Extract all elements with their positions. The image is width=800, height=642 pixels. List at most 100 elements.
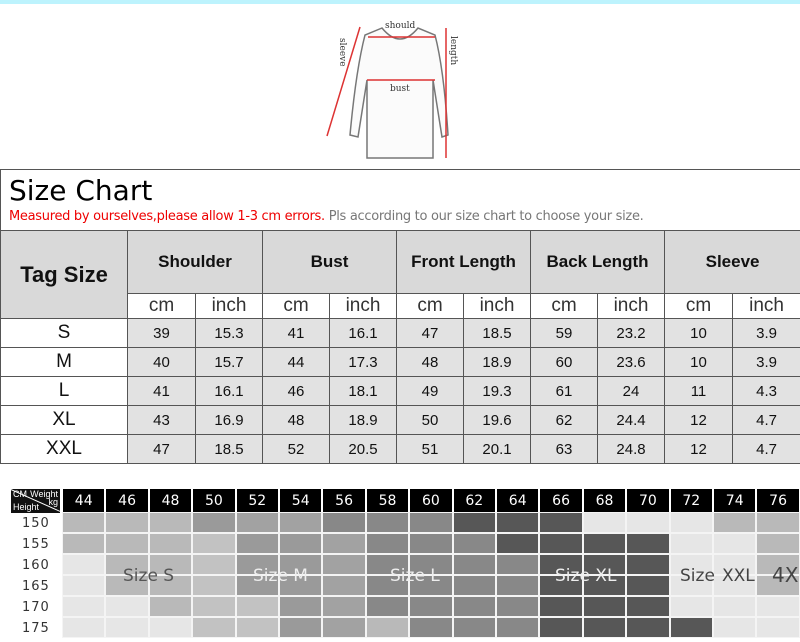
fit-cell: [409, 512, 453, 533]
shirt-measurement-diagram: should bust sleeve length: [326, 21, 458, 159]
value-cell: 62: [530, 405, 598, 435]
column-header: Shoulder: [127, 230, 263, 294]
height-label: 175: [22, 621, 50, 636]
fit-cell: [235, 533, 279, 554]
fit-cell: [452, 533, 496, 554]
value-cell: 41: [262, 318, 330, 348]
fit-cell: [235, 617, 279, 638]
value-cell: 43: [127, 405, 196, 435]
weight-header: 70: [627, 489, 669, 513]
fit-cell: [756, 617, 800, 638]
value-cell: 19.6: [463, 405, 531, 435]
fit-cell: [192, 533, 236, 554]
value-cell: 60: [530, 347, 598, 377]
fit-cell: [756, 512, 800, 533]
size-zone-label: Size M: [253, 566, 308, 586]
fit-cell: [279, 512, 323, 533]
weight-header: 50: [193, 489, 235, 513]
sleeve-label: sleeve: [337, 38, 347, 67]
weight-header: 44: [63, 489, 105, 513]
unit-header: cm: [262, 293, 330, 319]
bust-label: bust: [390, 84, 410, 94]
fit-cell: [148, 617, 193, 638]
note-error: Measured by ourselves,please allow 1-3 c…: [9, 209, 325, 224]
fit-cell: [539, 617, 583, 638]
column-header: Back Length: [530, 230, 665, 294]
value-cell: 11: [664, 376, 733, 406]
fit-cell: [322, 575, 366, 596]
fit-cell: [235, 512, 279, 533]
column-header: Bust: [262, 230, 397, 294]
size-zone-label: Size: [680, 566, 715, 586]
corner-header: CM Weight kg Height: [11, 489, 60, 513]
fit-cell: [452, 554, 496, 575]
fit-cell: [365, 533, 410, 554]
fit-cell: [192, 575, 236, 596]
size-zone-label: 4XL: [772, 563, 800, 587]
weight-header: 72: [670, 489, 712, 513]
table-row: S 39 15.3 41 16.1 47 18.5 59 23.2 10 3.9: [0, 318, 800, 348]
height-label: 160: [22, 558, 50, 573]
table-row: M 40 15.7 44 17.3 48 18.9 60 23.6 10 3.9: [0, 347, 800, 377]
fit-cell: [452, 617, 496, 638]
value-cell: 18.1: [329, 376, 397, 406]
tag-size-header: Tag Size: [0, 230, 128, 319]
value-cell: 40: [127, 347, 196, 377]
fit-cell: [582, 533, 627, 554]
value-cell: 23.6: [597, 347, 665, 377]
value-cell: 24.4: [597, 405, 665, 435]
value-cell: 4.3: [731, 376, 800, 406]
value-cell: 18.5: [463, 318, 531, 348]
value-cell: 4.7: [731, 434, 800, 464]
fit-cell: [365, 512, 410, 533]
size-cell: L: [0, 376, 128, 406]
weight-header: 46: [106, 489, 148, 513]
weight-header: 60: [410, 489, 452, 513]
value-cell: 46: [262, 376, 330, 406]
fit-cell: [756, 533, 800, 554]
corner-height: Height: [13, 502, 40, 512]
value-cell: 51: [396, 434, 464, 464]
unit-header: inch: [329, 293, 397, 319]
value-cell: 16.9: [195, 405, 263, 435]
value-cell: 47: [396, 318, 464, 348]
value-cell: 41: [127, 376, 196, 406]
value-cell: 44: [262, 347, 330, 377]
fit-cell: [539, 512, 583, 533]
fit-cell: [539, 596, 583, 617]
fit-cell: [365, 617, 410, 638]
fit-cell: [713, 512, 757, 533]
fit-cell: [539, 533, 583, 554]
weight-header: 62: [453, 489, 495, 513]
value-cell: 61: [530, 376, 598, 406]
value-cell: 59: [530, 318, 598, 348]
value-cell: 39: [127, 318, 196, 348]
value-cell: 15.3: [195, 318, 263, 348]
fit-cell: [626, 533, 670, 554]
table-row: L 41 16.1 46 18.1 49 19.3 61 24 11 4.3: [0, 376, 800, 406]
fit-cell: [496, 533, 540, 554]
fit-cell: [365, 596, 410, 617]
fit-cell: [62, 533, 106, 554]
value-cell: 18.9: [329, 405, 397, 435]
fit-cell: [192, 596, 236, 617]
value-cell: 24: [597, 376, 665, 406]
value-cell: 15.7: [195, 347, 263, 377]
value-cell: 18.5: [195, 434, 263, 464]
value-cell: 12: [664, 434, 733, 464]
fit-cell: [626, 512, 670, 533]
fit-cell: [192, 512, 236, 533]
weight-header: 64: [497, 489, 539, 513]
unit-header: inch: [597, 293, 665, 319]
title-cell: Size Chart Measured by ourselves,please …: [0, 169, 800, 231]
column-header: Sleeve: [663, 230, 800, 294]
size-cell: XXL: [0, 434, 128, 464]
fit-cell: [756, 596, 800, 617]
weight-header: 48: [149, 489, 192, 513]
size-chart-table: Size Chart Measured by ourselves,please …: [0, 169, 800, 464]
fit-cell: [496, 617, 540, 638]
fit-cell: [669, 617, 713, 638]
value-cell: 63: [530, 434, 598, 464]
fit-cell: [322, 596, 366, 617]
top-border: [0, 0, 800, 4]
